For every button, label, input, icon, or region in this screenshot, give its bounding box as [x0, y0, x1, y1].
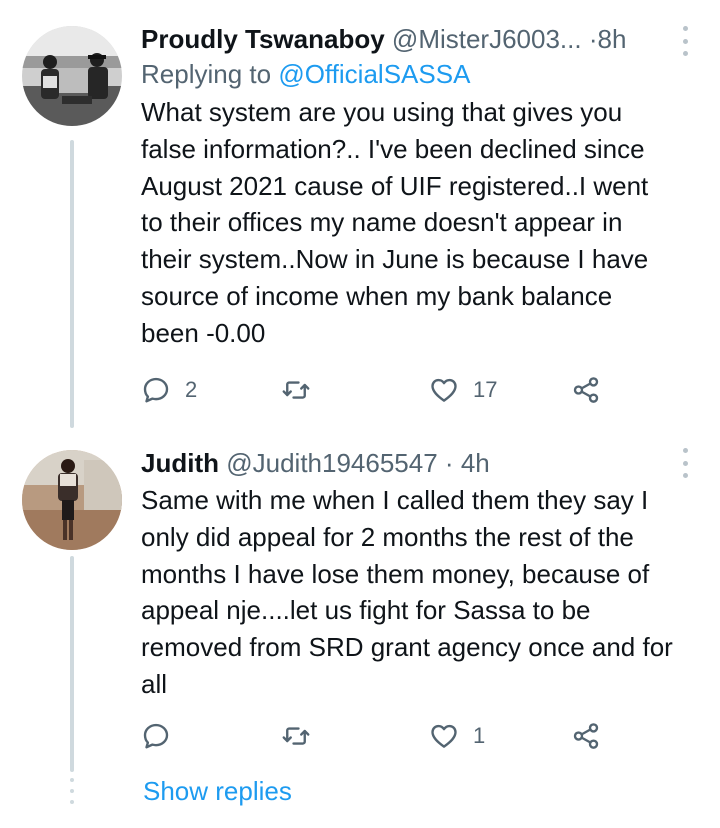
heart-icon [431, 378, 457, 402]
reply-button[interactable] [141, 716, 185, 756]
reply-icon [143, 377, 169, 403]
tweet-text-line: August 2021 cause of UIF registered..I w… [141, 170, 649, 201]
avatar-photo [22, 450, 122, 550]
reply-count: 2 [185, 377, 198, 402]
tweet-text: Same with me when I called them they say… [141, 482, 700, 703]
user-handle[interactable]: @MisterJ6003... [392, 24, 582, 54]
tweet-text-line: false information?.. I've been declined … [141, 133, 645, 164]
more-options-button[interactable] [672, 448, 698, 478]
tweet-actions: 2 17 [141, 370, 621, 410]
thread-line [70, 556, 74, 772]
show-replies-link[interactable]: Show replies [143, 773, 292, 809]
tweet-text-line: source of income when my bank balance [141, 280, 613, 311]
tweet-text-line: months I have lose them money, because o… [141, 558, 650, 589]
separator-dot: · [588, 24, 598, 54]
tweet-text-line: been -0.00 [141, 317, 266, 348]
tweet-text: What system are you using that gives you… [141, 94, 700, 352]
more-vertical-icon [682, 448, 688, 453]
tweet-text-line: appeal nje....let us fight for Sassa to … [141, 595, 591, 626]
like-count: 17 [473, 377, 498, 402]
tweet[interactable]: Proudly Tswanaboy @MisterJ6003... ·8h Re… [0, 0, 720, 428]
user-handle[interactable]: @Judith19465547 [226, 448, 437, 478]
thread-continuation-dots [68, 778, 76, 804]
thread-line [70, 140, 74, 428]
separator-dot: · [444, 448, 454, 478]
retweet-icon [282, 727, 310, 745]
show-replies-row: Show replies [0, 770, 720, 816]
more-options-button[interactable] [672, 26, 698, 56]
share-button[interactable] [571, 716, 601, 756]
retweet-button[interactable] [281, 716, 325, 756]
tweet-actions: 1 [141, 716, 621, 756]
timestamp[interactable]: 8h [598, 24, 627, 54]
timestamp[interactable]: 4h [461, 448, 490, 478]
tweet-text-line: their system..Now in June is because I h… [141, 244, 649, 275]
avatar[interactable] [22, 450, 122, 550]
tweet-header: Proudly Tswanaboy @MisterJ6003... ·8h [141, 22, 700, 56]
tweet-header: Judith @Judith19465547 · 4h [141, 446, 700, 480]
tweet-text-line: removed from SRD grant agency once and f… [141, 632, 673, 663]
reply-button[interactable]: 2 [141, 370, 197, 410]
tweet-text-line: Same with me when I called them they say… [141, 485, 649, 515]
avatar-photo [22, 26, 122, 126]
display-name[interactable]: Judith [141, 448, 219, 478]
tweet-text-line: all [141, 668, 168, 699]
like-button[interactable]: 1 [429, 716, 485, 756]
tweet-content: Proudly Tswanaboy @MisterJ6003... ·8h Re… [141, 22, 700, 352]
avatar[interactable] [22, 26, 122, 126]
retweet-icon [282, 381, 310, 399]
like-count: 1 [473, 723, 486, 748]
share-icon [573, 723, 599, 749]
tweet-text-line: only did appeal for 2 months the rest of… [141, 521, 634, 552]
tweet[interactable]: Judith @Judith19465547 · 4h Same with me… [0, 428, 720, 773]
like-button[interactable]: 17 [429, 370, 497, 410]
mention-link[interactable]: @OfficialSASSA [278, 59, 470, 89]
share-icon [573, 377, 599, 403]
tweet-content: Judith @Judith19465547 · 4h Same with me… [141, 446, 700, 703]
display-name[interactable]: Proudly Tswanaboy [141, 24, 385, 54]
tweet-text-line: to their offices my name doesn't appear … [141, 207, 623, 238]
share-button[interactable] [571, 370, 601, 410]
tweet-text-line: What system are you using that gives you [141, 97, 623, 127]
heart-icon [431, 724, 457, 748]
reply-icon [143, 723, 169, 749]
replying-to: Replying to @OfficialSASSA [141, 56, 700, 92]
more-vertical-icon [682, 26, 688, 31]
replying-to-label: Replying to [141, 59, 272, 89]
retweet-button[interactable] [281, 370, 325, 410]
